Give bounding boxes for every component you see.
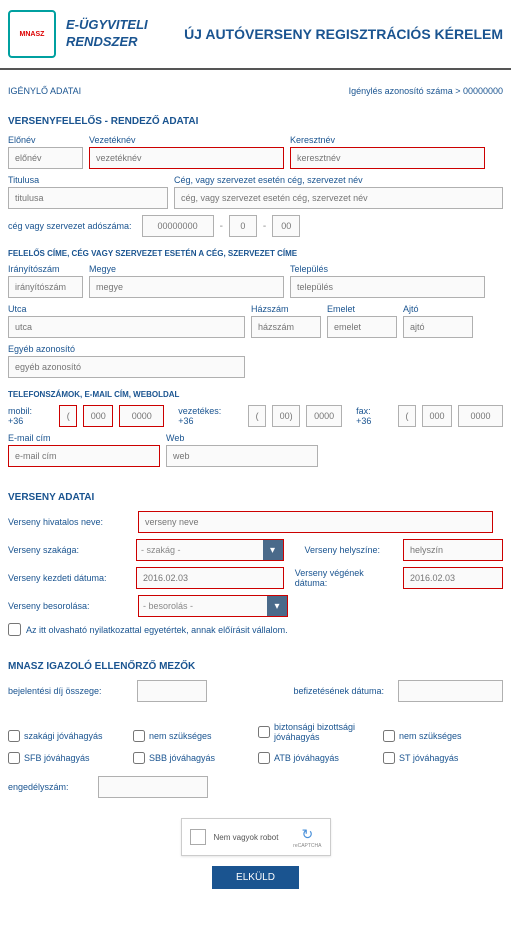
ceg-input[interactable] — [174, 187, 503, 209]
besorolas-select[interactable]: - besorolás - — [138, 595, 288, 617]
vezeteknev-input[interactable] — [89, 147, 284, 169]
fax-p1[interactable] — [398, 405, 416, 427]
label-ceg: Cég, vagy szervezet esetén cég, szerveze… — [174, 175, 503, 185]
label-iranyitoszam: Irányítószám — [8, 264, 83, 274]
label-elonev: Előnév — [8, 135, 83, 145]
label-titulusa: Titulusa — [8, 175, 168, 185]
label-ajto: Ajtó — [403, 304, 473, 314]
label-email: E-mail cím — [8, 433, 160, 443]
chk-nemszukseges1[interactable] — [133, 730, 145, 742]
tax2-input[interactable] — [229, 215, 257, 237]
recaptcha-checkbox[interactable] — [190, 829, 206, 845]
section-address: FELELŐS CÍME, CÉG VAGY SZERVEZET ESETÉN … — [8, 249, 503, 258]
tax3-input[interactable] — [272, 215, 300, 237]
label-dij: bejelentési díj összege: — [8, 686, 127, 696]
utca-input[interactable] — [8, 316, 245, 338]
chk-szakagi[interactable] — [8, 730, 20, 742]
telepules-input[interactable] — [290, 276, 485, 298]
chk-nemszukseges2[interactable] — [383, 730, 395, 742]
vez-p2[interactable] — [272, 405, 300, 427]
engedelyszam-input[interactable] — [98, 776, 208, 798]
chk-st[interactable] — [383, 752, 395, 764]
fax-p2[interactable] — [422, 405, 452, 427]
verseny-nev-input[interactable] — [138, 511, 493, 533]
email-input[interactable] — [8, 445, 160, 467]
kezdet-input[interactable] — [136, 567, 284, 589]
label-emelet: Emelet — [327, 304, 397, 314]
section-contacts: TELEFONSZÁMOK, E-MAIL CÍM, WEBOLDAL — [8, 390, 503, 399]
chk-sfb[interactable] — [8, 752, 20, 764]
recaptcha[interactable]: Nem vagyok robot ↻reCAPTCHA — [181, 818, 331, 856]
label-hazszam: Házszám — [251, 304, 321, 314]
vez-p1[interactable] — [248, 405, 266, 427]
label-szakag: Verseny szakága: — [8, 545, 126, 555]
label-egyeb: Egyéb azonosító — [8, 344, 245, 354]
label-utca: Utca — [8, 304, 245, 314]
szakag-select[interactable]: - szakág - — [136, 539, 284, 561]
label-kezdet: Verseny kezdeti dátuma: — [8, 573, 126, 583]
web-input[interactable] — [166, 445, 318, 467]
label-megye: Megye — [89, 264, 284, 274]
iranyitoszam-input[interactable] — [8, 276, 83, 298]
label-vezeteknev: Vezetéknév — [89, 135, 284, 145]
breadcrumb: IGÉNYLŐ ADATAI Igénylés azonosító száma … — [8, 86, 503, 96]
titulusa-input[interactable] — [8, 187, 168, 209]
section-organizer: VERSENYFELELŐS - RENDEZŐ ADATAI — [8, 116, 503, 127]
recaptcha-logo-icon: ↻reCAPTCHA — [293, 826, 321, 849]
dij-input[interactable] — [137, 680, 207, 702]
submit-button[interactable]: ELKÜLD — [212, 866, 299, 889]
section-approval: MNASZ IGAZOLÓ ELLENŐRZŐ MEZŐK — [8, 661, 503, 672]
label-mobil: mobil: +36 — [8, 406, 49, 426]
emelet-input[interactable] — [327, 316, 397, 338]
declaration-row: Az itt olvasható nyilatkozattal egyetért… — [8, 623, 503, 636]
section-competition: VERSENY ADATAI — [8, 492, 503, 503]
label-web: Web — [166, 433, 318, 443]
helyszin-input[interactable] — [403, 539, 503, 561]
mobil-p3[interactable] — [119, 405, 164, 427]
brand-text: E-ÜGYVITELI RENDSZER — [66, 17, 148, 51]
label-vezetekes: vezetékes: +36 — [178, 406, 238, 426]
label-telepules: Település — [290, 264, 485, 274]
label-befizetes: befizetésének dátuma: — [293, 686, 388, 696]
label-helyszin: Verseny helyszíne: — [305, 545, 394, 555]
befizetes-input[interactable] — [398, 680, 503, 702]
elonev-input[interactable] — [8, 147, 83, 169]
label-fax: fax: +36 — [356, 406, 388, 426]
declaration-checkbox[interactable] — [8, 623, 21, 636]
label-engedelyszam: engedélyszám: — [8, 782, 88, 792]
vez-p3[interactable] — [306, 405, 342, 427]
label-verseny-nev: Verseny hivatalos neve: — [8, 517, 128, 527]
label-adoszam: cég vagy szervezet adószáma: — [8, 221, 132, 231]
fax-p3[interactable] — [458, 405, 503, 427]
veg-input[interactable] — [403, 567, 503, 589]
hazszam-input[interactable] — [251, 316, 321, 338]
chk-atb[interactable] — [258, 752, 270, 764]
mobil-p1[interactable] — [59, 405, 77, 427]
egyeb-input[interactable] — [8, 356, 245, 378]
page-title: ÚJ AUTÓVERSENY REGISZTRÁCIÓS KÉRELEM — [184, 26, 503, 42]
mnasz-logo: MNASZ — [8, 10, 56, 58]
label-besorolas: Verseny besorolása: — [8, 601, 128, 611]
megye-input[interactable] — [89, 276, 284, 298]
label-keresztnev: Keresztnév — [290, 135, 485, 145]
mobil-p2[interactable] — [83, 405, 113, 427]
tax1-input[interactable] — [142, 215, 214, 237]
ajto-input[interactable] — [403, 316, 473, 338]
chk-sbb[interactable] — [133, 752, 145, 764]
label-veg: Verseny végének dátuma: — [295, 568, 393, 588]
chk-biztonsagi[interactable] — [258, 726, 270, 738]
keresztnev-input[interactable] — [290, 147, 485, 169]
app-header: MNASZ E-ÜGYVITELI RENDSZER ÚJ AUTÓVERSEN… — [0, 0, 511, 70]
declaration-link[interactable]: itt olvasható nyilatkozattal — [39, 625, 142, 635]
